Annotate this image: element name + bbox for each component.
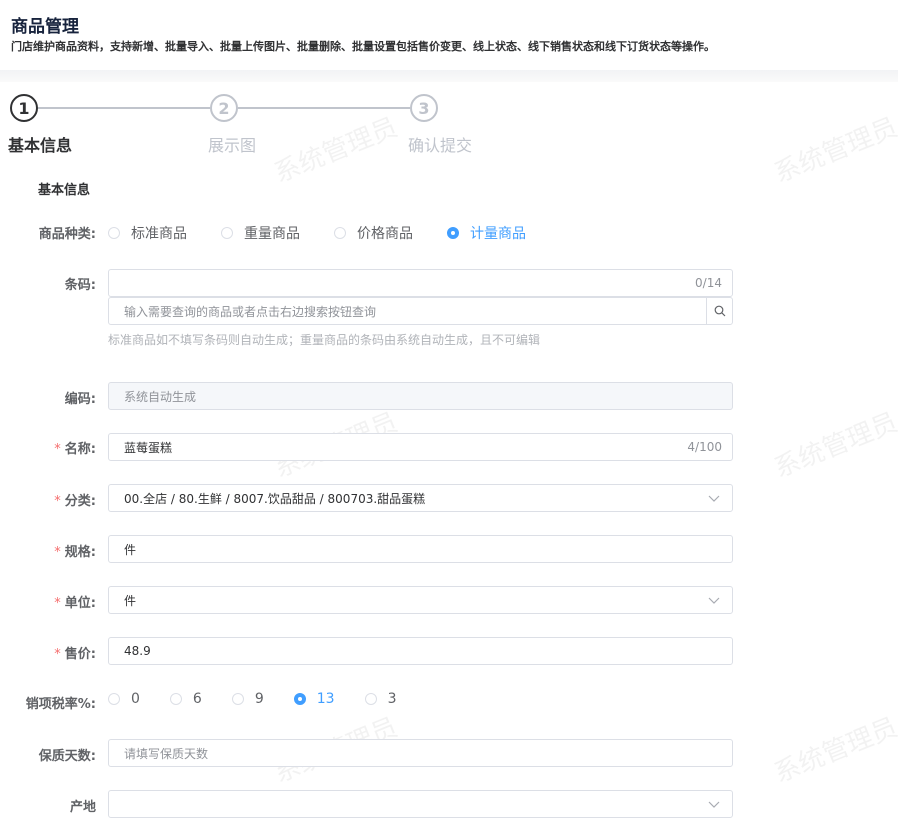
watermark: 系统管理员: [270, 112, 402, 190]
name-counter: 4/100: [687, 440, 722, 454]
tax-radio-6[interactable]: 6: [169, 691, 202, 707]
step-3-icon: 3: [410, 94, 438, 122]
type-radio-standard[interactable]: 标准商品: [108, 223, 187, 243]
type-label: 商品种类:: [38, 227, 96, 242]
radio-circle-icon: [169, 693, 182, 705]
barcode-hint: 标准商品如不填写条码则自动生成；重量商品的条码由系统自动生成，且不可编辑: [108, 333, 541, 347]
tax-radio-group: 0 6 9 13 3: [108, 691, 397, 707]
origin-select[interactable]: [108, 790, 733, 818]
step-3-title: 确认提交: [408, 136, 473, 155]
unit-label: * 单位:: [54, 596, 96, 611]
radio-circle-icon: [221, 227, 233, 239]
barcode-input[interactable]: 0/14: [108, 269, 733, 297]
barcode-label: 条码:: [64, 278, 96, 293]
watermark: 系统管理员: [770, 712, 898, 790]
category-select[interactable]: 00.全店 / 80.生鲜 / 8007.饮品甜品 / 800703.甜品蛋糕: [108, 484, 733, 512]
watermark: 系统管理员: [770, 112, 898, 190]
tax-radio-3[interactable]: 3: [364, 691, 397, 707]
page-title: 商品管理: [11, 17, 79, 37]
chevron-down-icon: [708, 495, 720, 502]
radio-circle-icon: [108, 227, 120, 239]
origin-label: 产地: [69, 800, 96, 815]
page-description: 门店维护商品资料，支持新增、批量导入、批量上传图片、批量删除、批量设置包括售价变…: [11, 40, 715, 53]
name-label: * 名称:: [54, 442, 96, 457]
code-input: 系统自动生成: [108, 382, 733, 410]
unit-select[interactable]: 件: [108, 586, 733, 614]
tax-radio-0[interactable]: 0: [108, 691, 140, 707]
type-radio-price[interactable]: 价格商品: [334, 223, 413, 243]
chevron-down-icon: [708, 597, 720, 604]
step-1-title: 基本信息: [8, 136, 73, 155]
barcode-counter: 0/14: [695, 276, 722, 290]
barcode-search-input[interactable]: 输入需要查询的商品或者点击右边搜索按钮查询: [108, 297, 733, 325]
spec-input[interactable]: 件: [108, 535, 733, 563]
type-radio-weight[interactable]: 重量商品: [221, 223, 300, 243]
step-connector: [238, 107, 410, 109]
spec-label: * 规格:: [54, 545, 96, 560]
radio-circle-icon: [364, 693, 377, 705]
step-connector: [38, 107, 210, 109]
step-2-icon: 2: [210, 94, 238, 122]
code-label: 编码:: [64, 392, 96, 407]
price-label: * 售价:: [54, 647, 96, 662]
search-button[interactable]: [706, 298, 732, 324]
name-input[interactable]: 蓝莓蛋糕 4/100: [108, 433, 733, 461]
page-header: 商品管理 门店维护商品资料，支持新增、批量导入、批量上传图片、批量删除、批量设置…: [0, 0, 898, 70]
radio-checked-icon: [293, 693, 306, 705]
type-radio-group: 标准商品 重量商品 价格商品 计量商品: [108, 223, 526, 243]
tax-radio-9[interactable]: 9: [231, 691, 264, 707]
step-2-title: 展示图: [208, 136, 257, 155]
step-1-icon: 1: [10, 94, 38, 122]
tax-label: 销项税率%:: [25, 697, 96, 712]
price-input[interactable]: 48.9: [108, 637, 733, 665]
radio-circle-icon: [334, 227, 346, 239]
shelf-life-label: 保质天数:: [38, 749, 96, 764]
header-divider: [0, 70, 898, 82]
chevron-down-icon: [708, 801, 720, 808]
tax-radio-13[interactable]: 13: [293, 691, 335, 707]
radio-circle-icon: [231, 693, 244, 705]
search-icon: [714, 305, 725, 317]
category-label: * 分类:: [54, 494, 96, 509]
type-radio-metered[interactable]: 计量商品: [447, 223, 526, 243]
shelf-life-input[interactable]: 请填写保质天数: [108, 739, 733, 767]
radio-checked-icon: [447, 227, 459, 239]
radio-circle-icon: [108, 693, 120, 705]
section-title: 基本信息: [38, 183, 91, 198]
watermark: 系统管理员: [770, 407, 898, 485]
